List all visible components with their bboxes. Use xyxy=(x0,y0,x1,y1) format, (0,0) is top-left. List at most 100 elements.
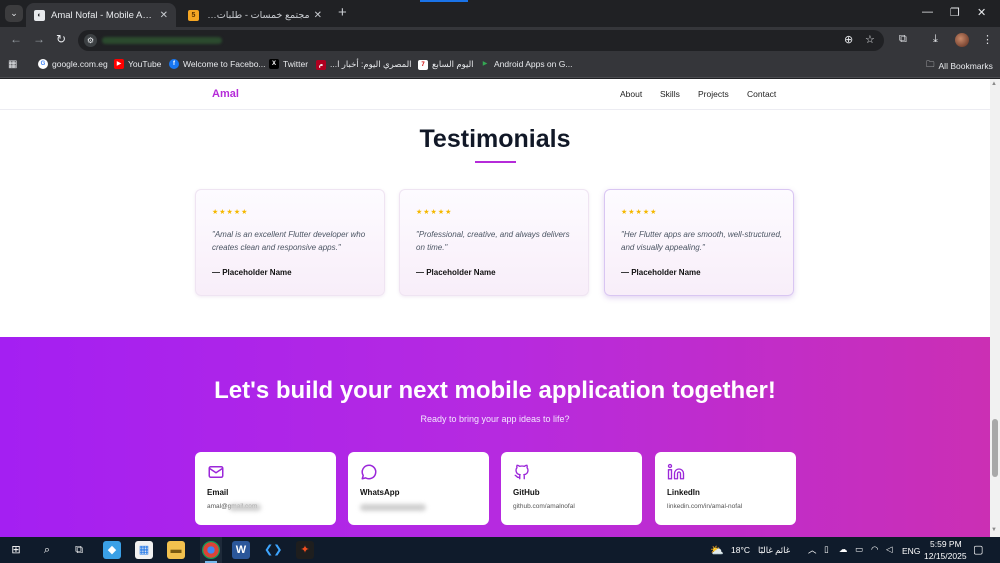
bookmark-twitter[interactable]: X Twitter xyxy=(269,59,308,69)
bookmark-youtube[interactable]: ▶ YouTube xyxy=(114,59,161,69)
bookmark-star-icon[interactable]: ☆ xyxy=(865,33,875,46)
battery-icon[interactable]: ▭ xyxy=(855,544,863,555)
back-arrow-icon[interactable]: ← xyxy=(10,32,22,46)
bookmark-label: اليوم السابع xyxy=(432,59,474,69)
close-icon[interactable]: ✕ xyxy=(314,10,322,21)
play-store-icon: ▶ xyxy=(482,61,488,67)
language-indicator[interactable]: ENG xyxy=(902,546,920,556)
apps-grid-icon[interactable]: ▦ xyxy=(8,59,17,70)
contact-value[interactable]: github.com/amalnofal xyxy=(513,503,575,510)
contact-card-github[interactable]: GitHub github.com/amalnofal xyxy=(501,452,642,525)
testimonials-title: Testimonials xyxy=(419,125,571,153)
close-icon[interactable]: ✕ xyxy=(160,10,168,21)
new-tab-button[interactable]: + xyxy=(338,4,347,21)
bookmark-label: المصري اليوم: أخبار ا... xyxy=(330,59,412,69)
web-page: Amal About Skills Projects Contact Testi… xyxy=(0,79,990,537)
testimonial-card-hovered: ★★★★★ "Her Flutter apps are smooth, well… xyxy=(604,189,794,296)
tablet-icon[interactable]: ▯ xyxy=(824,544,829,555)
minimize-button[interactable]: — xyxy=(922,6,933,18)
nav-link-about[interactable]: About xyxy=(620,89,642,99)
edge-app-icon[interactable]: ◆ xyxy=(103,541,121,559)
scroll-thumb[interactable] xyxy=(992,419,998,477)
testimonial-author: — Placeholder Name xyxy=(416,268,496,277)
vscode-app-icon[interactable]: ❮❯ xyxy=(264,541,282,559)
weather-temp: 18°C xyxy=(731,545,750,555)
bookmark-play-store[interactable]: ▶ Android Apps on G... xyxy=(480,59,573,69)
tab-title: Amal Nofal - Mobile Application xyxy=(51,9,156,21)
restore-button[interactable]: ❐ xyxy=(950,6,960,19)
all-bookmarks[interactable]: 🗀 All Bookmarks xyxy=(926,59,993,73)
bookmark-almasry[interactable]: م المصري اليوم: أخبار ا... xyxy=(316,59,412,70)
chevron-up-icon[interactable]: ︿ xyxy=(808,544,817,556)
figma-app-icon[interactable]: ✦ xyxy=(296,541,314,559)
window-close-button[interactable]: ✕ xyxy=(977,6,986,19)
testimonial-quote: "Amal is an excellent Flutter developer … xyxy=(212,230,366,252)
clock-date[interactable]: 12/15/2025 xyxy=(924,551,967,561)
chrome-app-icon[interactable] xyxy=(202,541,220,559)
speaker-icon[interactable]: ◁ xyxy=(886,544,893,555)
zoom-icon[interactable]: ⊕ xyxy=(844,33,853,46)
extensions-icon[interactable]: ⧉ xyxy=(899,33,907,46)
contact-label: LinkedIn xyxy=(667,488,700,497)
word-app-icon[interactable]: W xyxy=(232,541,250,559)
weather-icon[interactable]: ⛅ xyxy=(710,544,724,557)
bookmark-label: Welcome to Facebo... xyxy=(183,59,266,69)
bookmark-youm7[interactable]: 7 اليوم السابع xyxy=(418,59,474,70)
cta-heading: Let's build your next mobile application… xyxy=(214,377,776,404)
khamsat-favicon-icon: 5 xyxy=(188,9,199,21)
contact-cta-section: Let's build your next mobile application… xyxy=(0,337,990,537)
scroll-up-icon[interactable]: ▲ xyxy=(991,81,997,87)
testimonial-quote: "Her Flutter apps are smooth, well-struc… xyxy=(621,230,783,252)
site-info-icon[interactable]: ⚙ xyxy=(84,34,97,47)
cloud-icon[interactable]: ☁ xyxy=(839,544,848,555)
profile-avatar[interactable] xyxy=(955,33,969,47)
tab-khamsat[interactable]: 5 مجتمع خمسات - طلبات الخدمات ✕ xyxy=(180,3,330,27)
forward-arrow-icon[interactable]: → xyxy=(33,32,45,46)
contact-card-whatsapp[interactable]: WhatsApp xyxy=(348,452,489,525)
file-explorer-icon[interactable]: ▬ xyxy=(167,541,185,559)
site-favicon-icon: ◐ xyxy=(34,9,45,21)
nav-link-contact[interactable]: Contact xyxy=(747,89,776,99)
notification-icon[interactable]: ▢ xyxy=(973,543,983,556)
contact-label: GitHub xyxy=(513,488,540,497)
bookmark-label: YouTube xyxy=(128,59,162,69)
contact-card-email[interactable]: Email amal@gmail.com xyxy=(195,452,336,525)
tab-search-button[interactable]: ⌄ xyxy=(5,5,23,22)
task-view-icon[interactable]: ⧉ xyxy=(70,541,88,559)
page-scrollbar[interactable]: ▲ ▼ xyxy=(990,79,1000,537)
youtube-icon: ▶ xyxy=(114,59,124,69)
windows-start-icon[interactable]: ⊞ xyxy=(7,541,25,559)
bookmark-label: google.com.eg xyxy=(52,59,108,69)
nav-link-skills[interactable]: Skills xyxy=(660,89,680,99)
testimonial-author: — Placeholder Name xyxy=(212,268,292,277)
bookmark-google[interactable]: G google.com.eg xyxy=(38,59,108,69)
site-logo[interactable]: Amal xyxy=(212,88,239,100)
nav-link-projects[interactable]: Projects xyxy=(698,89,729,99)
contact-label: WhatsApp xyxy=(360,488,400,497)
contact-card-linkedin[interactable]: LinkedIn linkedin.com/in/amal-nofal xyxy=(655,452,796,525)
reload-icon[interactable]: ↻ xyxy=(56,32,66,46)
bookmark-facebook[interactable]: f Welcome to Facebo... xyxy=(169,59,266,69)
google-icon: G xyxy=(38,59,48,69)
title-underline xyxy=(475,161,516,163)
linkedin-icon xyxy=(667,463,685,480)
browser-tab-strip: ⌄ ◐ Amal Nofal - Mobile Application ✕ 5 … xyxy=(0,0,1000,27)
testimonial-card: ★★★★★ "Amal is an excellent Flutter deve… xyxy=(195,189,385,296)
wifi-icon[interactable]: ◠ xyxy=(871,544,878,555)
loading-indicator xyxy=(420,0,468,2)
github-icon xyxy=(514,464,529,480)
youm7-icon: 7 xyxy=(418,59,428,70)
masry-icon: م xyxy=(316,59,326,70)
folder-icon: 🗀 xyxy=(926,59,935,69)
redacted-email-part xyxy=(229,504,261,511)
address-bar[interactable]: ⚙ ⊕ ☆ xyxy=(78,30,884,51)
contact-value[interactable]: linkedin.com/in/amal-nofal xyxy=(667,503,742,510)
store-app-icon[interactable]: ▦ xyxy=(135,541,153,559)
menu-icon[interactable]: ⋮ xyxy=(982,33,993,46)
all-bookmarks-label: All Bookmarks xyxy=(938,61,993,71)
scroll-down-icon[interactable]: ▼ xyxy=(991,527,997,533)
download-icon[interactable]: ⤓ xyxy=(933,33,938,46)
search-icon[interactable]: ⌕ xyxy=(38,541,56,559)
tab-amal-nofal[interactable]: ◐ Amal Nofal - Mobile Application ✕ xyxy=(26,3,176,27)
clock-time[interactable]: 5:59 PM xyxy=(930,539,962,549)
